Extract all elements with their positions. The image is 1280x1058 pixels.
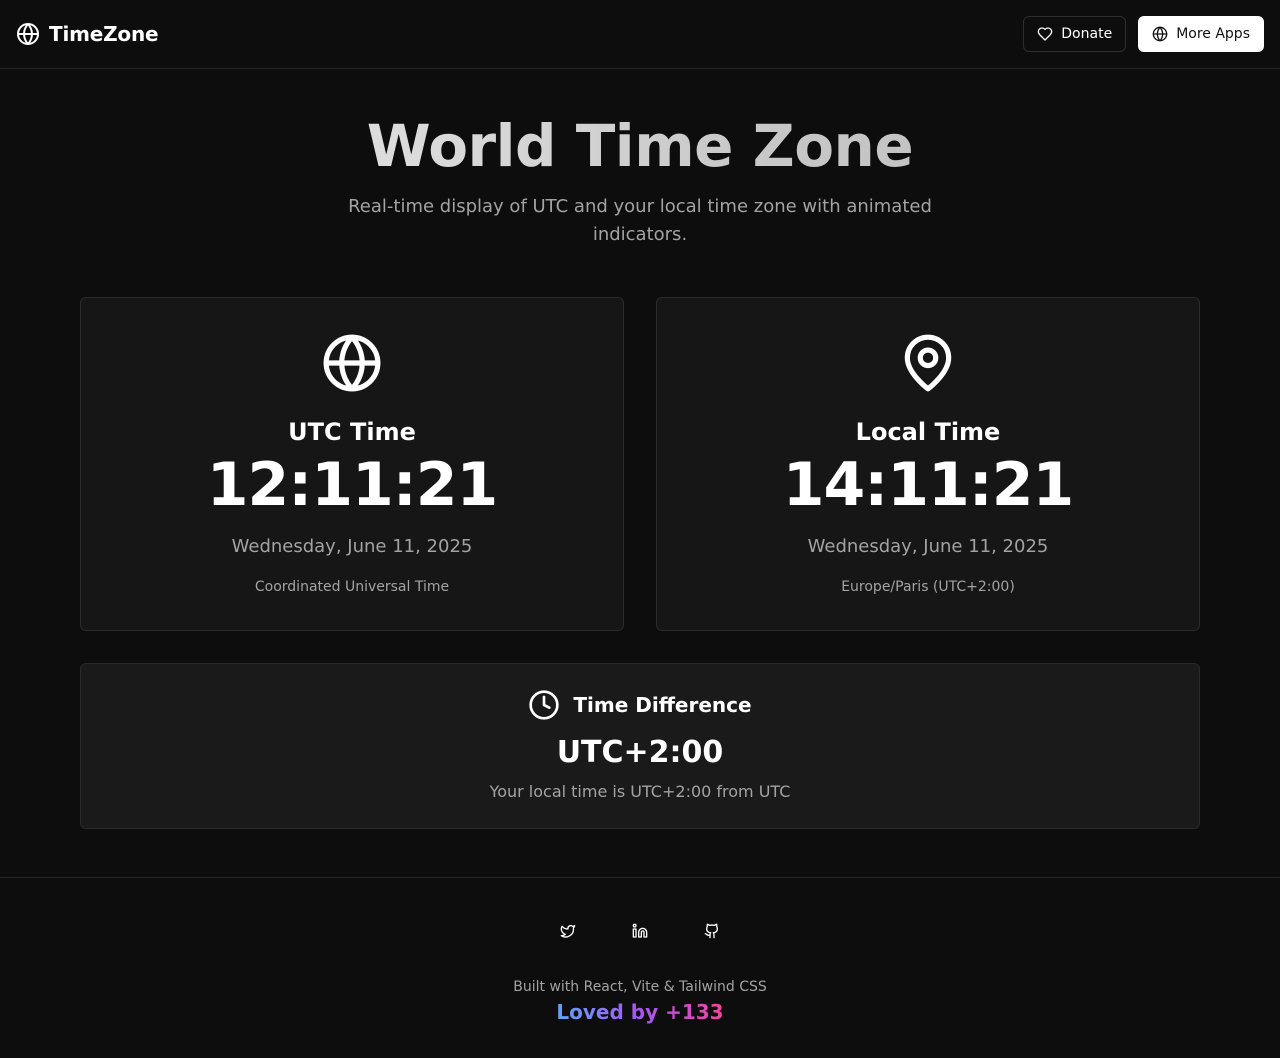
map-pin-icon: [904, 334, 952, 392]
local-title: Local Time: [855, 418, 1001, 446]
time-difference-header: Time Difference: [81, 689, 1199, 721]
utc-time-card: UTC Time 12:11:21 Wednesday, June 11, 20…: [80, 297, 624, 631]
top-bar: TimeZone Donate More Apps: [0, 0, 1280, 69]
utc-date: Wednesday, June 11, 2025: [231, 536, 473, 557]
local-clock: 14:11:21: [782, 450, 1074, 520]
built-with-text: Built with React, Vite & Tailwind CSS: [513, 979, 767, 995]
heart-icon: [1037, 27, 1053, 41]
social-links: [0, 923, 1280, 939]
more-apps-button[interactable]: More Apps: [1138, 16, 1264, 52]
brand[interactable]: TimeZone: [16, 22, 159, 46]
page-subtitle: Real-time display of UTC and your local …: [348, 196, 932, 245]
donate-button[interactable]: Donate: [1023, 16, 1127, 52]
more-apps-label: More Apps: [1176, 26, 1250, 42]
linkedin-link[interactable]: [632, 923, 648, 939]
header-actions: Donate More Apps: [1023, 16, 1264, 52]
twitter-icon: [560, 925, 576, 938]
time-difference-value: UTC+2:00: [556, 735, 724, 770]
linkedin-icon: [632, 923, 648, 938]
time-difference-card: Time Difference UTC+2:00 Your local time…: [80, 663, 1200, 829]
globe-icon: [17, 23, 39, 45]
github-link[interactable]: [704, 923, 720, 939]
globe-icon: [1152, 26, 1168, 42]
local-zone-name: Europe/Paris (UTC+2:00): [841, 579, 1015, 595]
utc-clock: 12:11:21: [206, 450, 498, 520]
time-difference-title: Time Difference: [573, 693, 752, 717]
time-difference-note: Your local time is UTC+2:00 from UTC: [489, 782, 791, 801]
clock-icon: [529, 690, 560, 720]
page-title: World Time Zone: [0, 112, 1280, 180]
local-time-card: Local Time 14:11:21 Wednesday, June 11, …: [656, 297, 1200, 631]
utc-zone-name: Coordinated Universal Time: [254, 579, 450, 595]
brand-name: TimeZone: [49, 22, 159, 46]
loved-by-counter: Loved by +133: [0, 1000, 1280, 1024]
github-icon: [704, 923, 719, 939]
globe-icon: [323, 334, 381, 392]
twitter-link[interactable]: [560, 923, 576, 939]
footer: Built with React, Vite & Tailwind CSS Lo…: [0, 877, 1280, 1058]
utc-title: UTC Time: [288, 418, 416, 446]
local-date: Wednesday, June 11, 2025: [807, 536, 1049, 557]
loved-by-text: Loved by +133: [556, 1000, 724, 1024]
donate-label: Donate: [1061, 26, 1113, 42]
